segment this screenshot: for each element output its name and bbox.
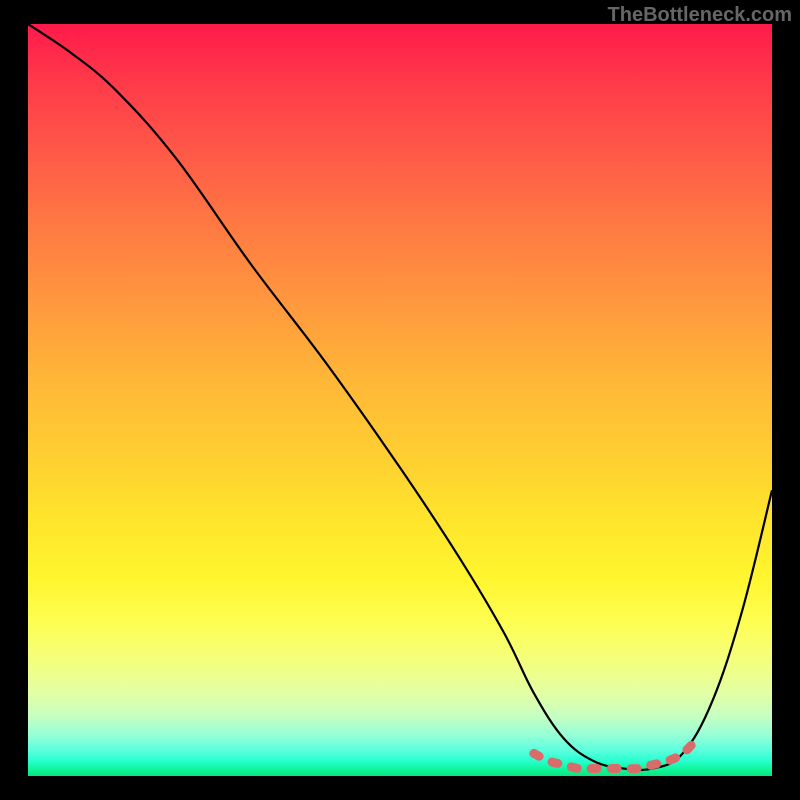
watermark-text: TheBottleneck.com <box>608 4 792 27</box>
optimal-range-line <box>534 738 698 768</box>
chart-svg <box>28 24 772 776</box>
bottleneck-curve-line <box>28 24 772 770</box>
plot-area <box>28 24 772 776</box>
